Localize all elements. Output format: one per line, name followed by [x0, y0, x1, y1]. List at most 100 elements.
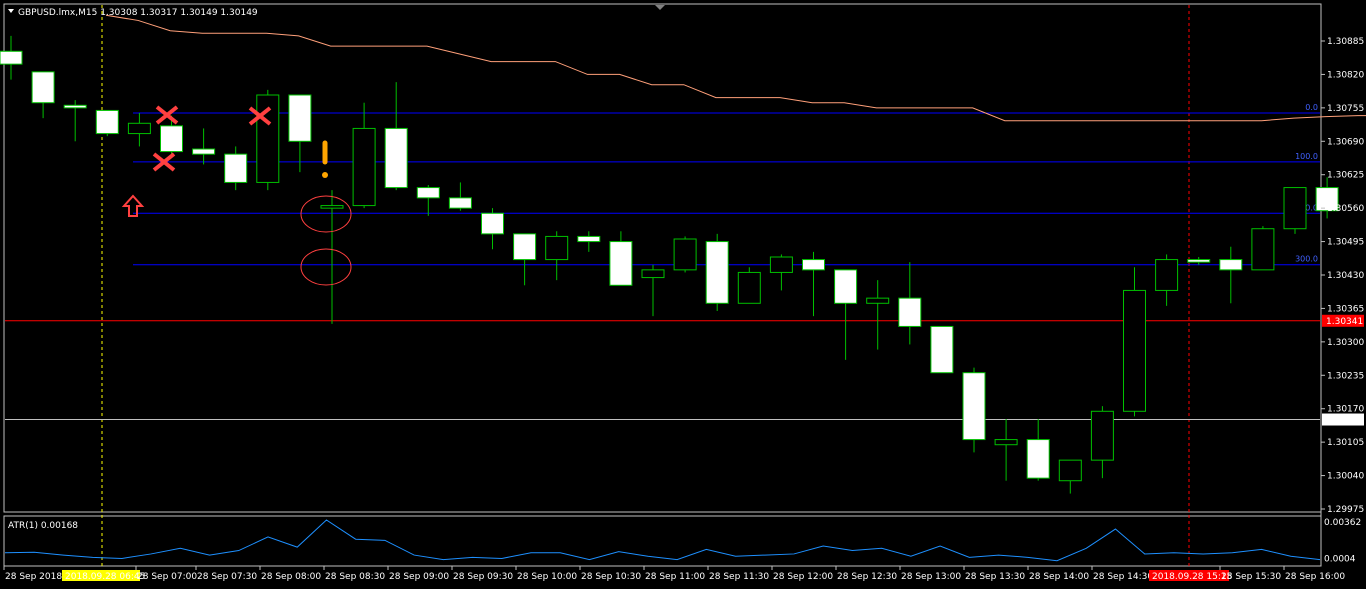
- candle: [384, 82, 408, 191]
- time-tick-label: 28 Sep 07:00: [137, 572, 197, 582]
- bull-candle-body: [320, 205, 344, 209]
- time-tick-label: 28 Sep 12:30: [837, 572, 897, 582]
- candle: [192, 128, 216, 165]
- bear-candle-body: [962, 372, 986, 441]
- bear-candle-body: [31, 71, 55, 104]
- main-panel-frame: [3, 3, 1322, 513]
- candle: [1187, 257, 1211, 265]
- bull-candle-body: [1155, 259, 1179, 291]
- time-tick-label: 28 Sep 09:00: [389, 572, 449, 582]
- bull-candle-body: [994, 439, 1018, 446]
- candle: [224, 146, 248, 191]
- price-tick-label: 1.30755: [1327, 104, 1364, 114]
- candle: [352, 102, 376, 209]
- candle: [609, 231, 633, 286]
- bull-candle-body: [352, 127, 376, 207]
- bear-candle-body: [1026, 439, 1050, 479]
- candle: [994, 419, 1018, 481]
- price-tick-label: 1.30495: [1327, 238, 1364, 248]
- price-tick-label: 1.30690: [1327, 137, 1364, 147]
- candle: [1155, 254, 1179, 306]
- bid-price-box-label: 1.30149: [1326, 416, 1363, 426]
- time-tick-label: 28 Sep 08:00: [261, 572, 321, 582]
- bear-candle-body: [0, 50, 23, 65]
- bear-candle-body: [1187, 259, 1211, 263]
- bull-candle-body: [866, 297, 890, 304]
- candle: [448, 182, 472, 211]
- atr-panel-frame: [3, 515, 1322, 567]
- bear-candle-body: [1219, 259, 1243, 271]
- time-tick-label: 28 Sep 08:30: [325, 572, 385, 582]
- time-tick-label: 28 Sep 07:30: [197, 572, 257, 582]
- bear-candle-body: [416, 187, 440, 199]
- bear-candle-body: [930, 325, 954, 374]
- candle: [1090, 406, 1114, 479]
- price-tick-label: 1.30430: [1327, 271, 1364, 281]
- candle: [898, 262, 922, 345]
- bull-candle-body: [1058, 459, 1082, 482]
- candle: [1219, 246, 1243, 304]
- candle: [481, 208, 504, 250]
- candle: [673, 236, 697, 273]
- bull-candle-body: [641, 269, 665, 279]
- candle: [834, 269, 858, 360]
- candle: [416, 185, 440, 216]
- atr-tick-label: 0.0004: [1324, 554, 1356, 564]
- candle: [160, 115, 183, 157]
- time-tick-label: 28 Sep 11:00: [645, 572, 705, 582]
- atr-layer: 0.00362 0.0004: [4, 518, 1361, 564]
- time-tick-label: 28 Sep 2018: [5, 572, 62, 582]
- candle: [577, 231, 601, 252]
- time-axis: 28 Sep 2018 2018.09.28 06:4528 Sep 07:00 2…: [3, 566, 1345, 582]
- support-price-box-label: 1.30341: [1326, 317, 1363, 327]
- candle: [320, 190, 344, 324]
- candle: [1251, 226, 1275, 271]
- price-tick-label: 1.29975: [1327, 505, 1364, 515]
- candle: [769, 254, 793, 291]
- bull-candle-body: [1123, 289, 1146, 412]
- chart-shift-marker[interactable]: [655, 5, 665, 10]
- bull-candle-body: [1283, 187, 1307, 230]
- candle: [866, 280, 890, 350]
- price-tick-label: 1.30170: [1327, 405, 1364, 415]
- bear-candle-body: [224, 153, 248, 183]
- vertical-markers: [101, 5, 1190, 566]
- candle: [0, 35, 23, 80]
- candle: [1026, 419, 1050, 481]
- candle: [962, 367, 986, 453]
- candle: [930, 325, 954, 374]
- candle: [288, 94, 312, 173]
- bear-candle-body: [802, 259, 825, 271]
- bear-candle-body: [609, 241, 633, 286]
- highlight-ellipse: [300, 248, 352, 286]
- time-tick-label: 28 Sep 10:30: [581, 572, 641, 582]
- price-tick-label: 1.30105: [1327, 438, 1364, 448]
- time-tick-label: 28 Sep 14:30: [1093, 572, 1153, 582]
- time-tick-label: 28 Sep 14:00: [1029, 572, 1089, 582]
- candle: [513, 233, 537, 286]
- bear-candle-body: [513, 233, 537, 261]
- atr-title: ATR(1) 0.00168: [8, 521, 78, 531]
- bull-candle-body: [1251, 228, 1275, 271]
- candle: [737, 267, 761, 304]
- fib-level-label: 100.0: [1295, 152, 1318, 161]
- price-tick-label: 1.30365: [1327, 304, 1364, 314]
- bull-candle-body: [127, 122, 151, 135]
- candle: [95, 109, 119, 137]
- candle: [1283, 187, 1307, 234]
- bear-candle-body: [63, 104, 87, 109]
- bull-candle-body: [737, 271, 761, 304]
- bull-candle-body: [1090, 410, 1114, 461]
- time-tick-label: 28 Sep 13:30: [965, 572, 1025, 582]
- time-tick-label: 28 Sep 10:00: [517, 572, 577, 582]
- candle: [127, 113, 151, 147]
- symbol-dropdown-icon[interactable]: [8, 9, 14, 13]
- price-tick-label: 1.30560: [1327, 204, 1364, 214]
- time-tick-label: 28 Sep 11:30: [709, 572, 769, 582]
- chart-canvas[interactable]: 0.0100.0200.0300.0 1.308851.308201.30755…: [0, 0, 1366, 589]
- bull-candle-body: [769, 256, 793, 273]
- atr-tick-label: 0.00362: [1324, 518, 1361, 528]
- candle: [802, 251, 825, 317]
- time-tick-label: 28 Sep 12:00: [773, 572, 833, 582]
- bull-candle-body: [545, 235, 569, 261]
